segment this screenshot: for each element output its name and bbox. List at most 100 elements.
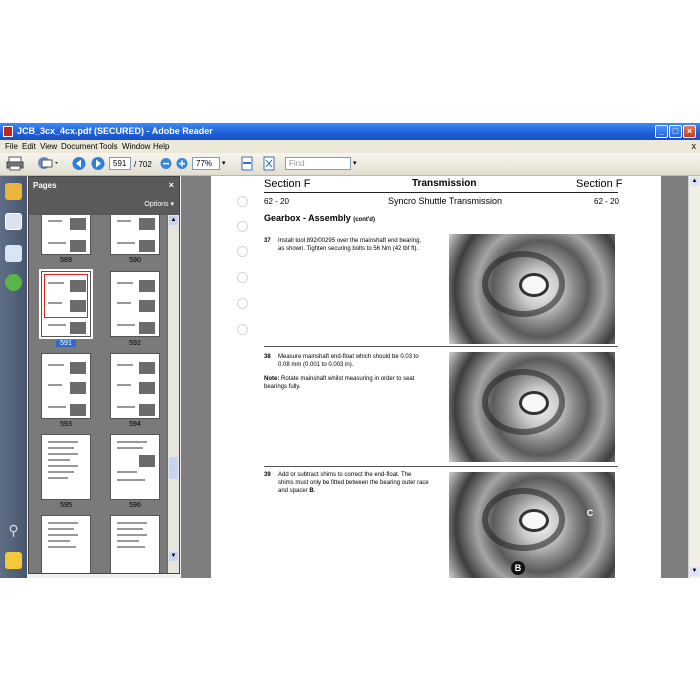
page-thumbnail-label: 589	[60, 257, 72, 264]
panel-splitter[interactable]	[181, 176, 211, 578]
comments-icon[interactable]	[5, 552, 22, 569]
note-line: Note: Rotate mainshaft whilst measuring …	[264, 376, 414, 382]
step-number: 38	[264, 354, 271, 360]
page-thumbnail-selected[interactable]	[39, 269, 93, 339]
step-text-line: Install tool 892/00295 over the mainshaf…	[278, 238, 422, 244]
document-close-icon[interactable]: x	[692, 141, 697, 151]
callout-c: C	[586, 508, 594, 518]
menu-window[interactable]: Window	[122, 142, 150, 151]
page-thumbnail[interactable]	[110, 515, 160, 573]
pages-options-menu[interactable]: Options ▾	[144, 200, 174, 208]
document-margin	[661, 176, 688, 578]
page-thumbnail-label: 593	[60, 421, 72, 428]
step-37-photo	[449, 234, 615, 344]
page-thumbnail-label: 592	[129, 340, 141, 347]
punch-hole	[237, 298, 248, 309]
page-number-input[interactable]: 591	[109, 157, 131, 170]
fit-page-icon[interactable]	[262, 156, 276, 171]
email-icon[interactable]	[36, 156, 60, 171]
title-bar: JCB_3cx_4cx.pdf (SECURED) - Adobe Reader…	[0, 123, 700, 140]
scroll-down-icon[interactable]: ▼	[169, 552, 178, 561]
step-38-photo	[449, 352, 615, 462]
zoom-dropdown-icon[interactable]: ▾	[222, 159, 226, 167]
section-header-title: Transmission	[412, 178, 477, 189]
thumbnail-scrollbar[interactable]: ▲ ▼	[168, 215, 179, 573]
thumbnail-list: 589 590 591 592 593 594 595 596	[29, 215, 167, 573]
menu-file[interactable]: File	[5, 142, 18, 151]
page-thumbnail[interactable]	[41, 434, 91, 500]
procedure-heading: Gearbox - Assembly (cont'd)	[264, 213, 375, 223]
page-number-left: 62 - 20	[264, 197, 289, 206]
page-thumbnail[interactable]	[110, 353, 160, 419]
note-text: Rotate mainshaft whilst measuring in ord…	[281, 376, 415, 382]
step-text-line: and spacer B.	[278, 488, 315, 494]
zoom-level-input[interactable]: 77%	[192, 157, 220, 170]
selected-page-number: 591	[56, 340, 76, 347]
header-rule	[264, 192, 618, 193]
menu-tools[interactable]: Tools	[99, 142, 118, 151]
step-text-line: 0.08 mm (0.001 to 0.003 in).	[278, 362, 354, 368]
pages-panel-close-icon[interactable]: ×	[169, 180, 174, 190]
page-thumbnail[interactable]	[41, 353, 91, 419]
find-input[interactable]: Find	[285, 157, 351, 170]
scrollbar-thumb[interactable]	[169, 457, 178, 479]
page-thumbnail[interactable]	[41, 515, 91, 573]
print-icon[interactable]	[6, 156, 24, 171]
page-thumbnail-label: 595	[60, 502, 72, 509]
page-thumbnail[interactable]	[110, 271, 160, 337]
heading-text: Gearbox - Assembly	[264, 213, 351, 223]
menu-edit[interactable]: Edit	[22, 142, 36, 151]
paperclip-icon[interactable]: ⚲	[5, 522, 22, 539]
toolbar: 591 / 702 77% ▾ Find ▾	[0, 153, 700, 176]
fit-width-icon[interactable]	[240, 156, 254, 171]
menu-help[interactable]: Help	[153, 142, 169, 151]
previous-page-icon[interactable]	[72, 156, 86, 171]
document-scroll-down-icon[interactable]: ▼	[690, 567, 699, 576]
close-button[interactable]: ×	[683, 125, 696, 138]
document-scroll-up-icon[interactable]: ▲	[690, 177, 699, 186]
adobe-reader-icon	[3, 126, 13, 137]
security-lock-icon[interactable]	[5, 183, 22, 200]
pages-panel-icon[interactable]	[5, 213, 22, 230]
page-thumbnail-label-selected: 591	[41, 340, 91, 347]
main-area: ⚲ Pages × Options ▾ 589 590 591 592 593	[0, 176, 700, 578]
note-text-line: bearings fully.	[264, 384, 301, 390]
note-label: Note:	[264, 376, 280, 382]
zoom-in-icon[interactable]	[176, 156, 188, 171]
zoom-out-icon[interactable]	[160, 156, 172, 171]
page-number-right: 62 - 20	[594, 197, 619, 206]
step-text-line: shims must only be fitted between the be…	[278, 480, 429, 486]
page-thumbnail[interactable]	[110, 434, 160, 500]
punch-hole	[237, 272, 248, 283]
navigation-rail: ⚲	[0, 176, 27, 578]
options-label: Options	[144, 201, 169, 208]
step-text-suffix: .	[313, 488, 316, 494]
minimize-button[interactable]: _	[655, 125, 668, 138]
step-text-line: Add or subtract shims to correct the end…	[278, 472, 412, 478]
punch-hole	[237, 324, 248, 335]
find-dropdown-icon[interactable]: ▾	[353, 159, 357, 167]
step-divider	[264, 346, 618, 347]
step-number: 39	[264, 472, 271, 478]
document-page: Section F Transmission Section F 62 - 20…	[211, 176, 661, 578]
page-thumbnail[interactable]	[41, 215, 91, 255]
page-total: / 702	[134, 160, 152, 169]
page-thumbnail-label: 590	[129, 257, 141, 264]
menu-view[interactable]: View	[40, 142, 57, 151]
menu-document[interactable]: Document	[61, 142, 97, 151]
maximize-button[interactable]: □	[669, 125, 682, 138]
document-scrollbar[interactable]: ▲ ▼	[688, 176, 700, 578]
help-icon[interactable]	[5, 274, 22, 291]
adobe-reader-window: JCB_3cx_4cx.pdf (SECURED) - Adobe Reader…	[0, 123, 700, 578]
attachments-icon[interactable]	[5, 245, 22, 262]
page-thumbnail[interactable]	[110, 215, 160, 255]
callout-b: B	[511, 561, 525, 575]
step-text-line: Measure mainshaft end-float which should…	[278, 354, 419, 360]
window-title: JCB_3cx_4cx.pdf (SECURED) - Adobe Reader	[17, 126, 213, 136]
section-header-right: Section F	[576, 178, 623, 190]
punch-hole	[237, 221, 248, 232]
pages-panel: Pages × Options ▾ 589 590 591 592 593 59…	[28, 176, 180, 574]
page-thumbnail-label: 594	[129, 421, 141, 428]
next-page-icon[interactable]	[91, 156, 105, 171]
scroll-up-icon[interactable]: ▲	[169, 216, 178, 225]
